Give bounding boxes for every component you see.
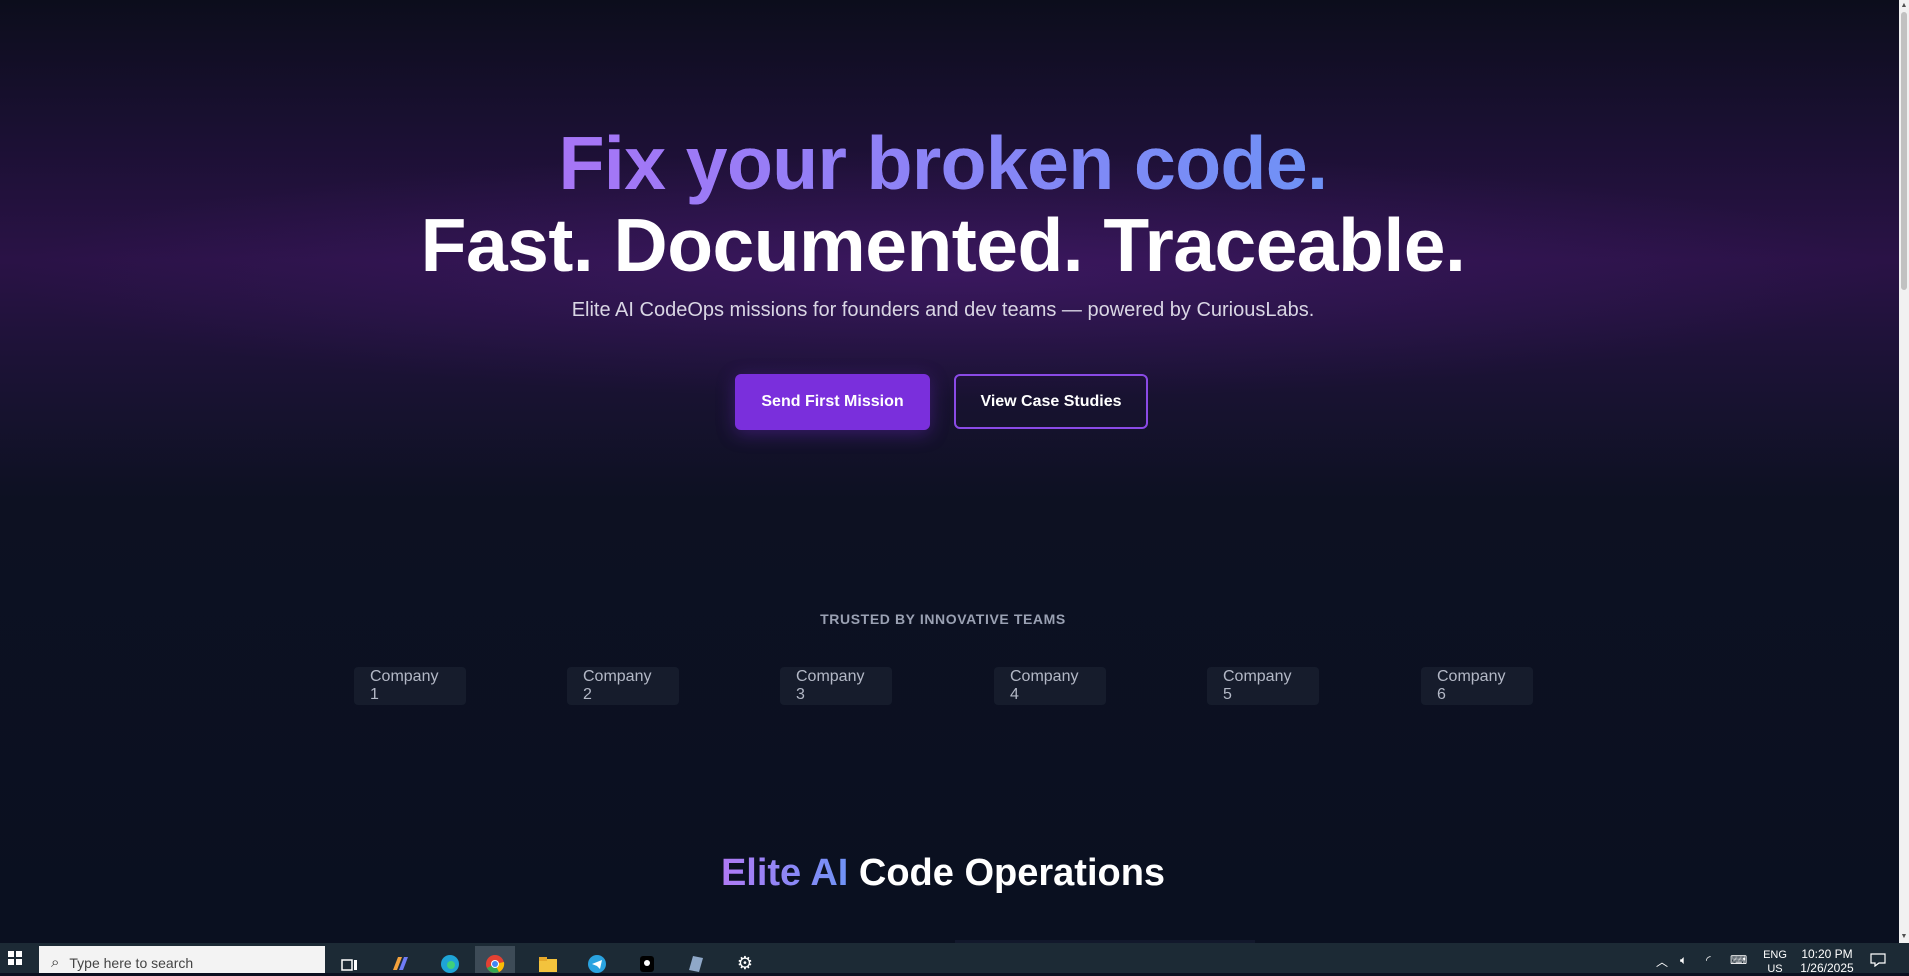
task-view-icon[interactable] [335,946,365,973]
section-title: Elite AI Code Operations [0,852,1886,895]
company-logo: Company 5 [1207,667,1319,705]
notifications-icon[interactable] [1870,943,1886,973]
trusted-by-label: TRUSTED BY INNOVATIVE TEAMS [820,611,1066,627]
page-scrollbar[interactable]: ▲ ▼ [1899,0,1909,943]
edge-icon[interactable] [435,946,465,973]
system-clock[interactable]: 10:20 PM 1/26/2025 [1792,947,1862,975]
hero-headline-gradient: Fix your broken code. [0,118,1886,208]
notes-app-icon[interactable] [681,946,711,973]
search-icon: ⌕ [51,954,60,971]
windows-logo-icon [8,951,22,965]
company-logo: Company 1 [354,667,466,705]
tray-chevron-icon[interactable]: ︿ [1656,943,1668,973]
company-logos: Company 1 Company 2 Company 3 Company 4 … [354,667,1534,705]
chrome-icon[interactable] [475,946,515,973]
volume-icon[interactable]: 🔈︎ [1680,943,1687,973]
language-indicator[interactable]: ENG US [1758,948,1792,976]
browser-viewport: Fix your broken code. Fast. Documented. … [0,0,1899,943]
language-region: US [1767,963,1783,975]
hero-subtitle: Elite AI CodeOps missions for founders a… [571,299,1315,321]
windows-taskbar: ⌕ Type here to search ⚙ ︿ 🔈︎ ◜ ⌨ ENG US … [0,943,1909,976]
copilot-icon[interactable] [385,946,415,973]
company-logo: Company 3 [780,667,892,705]
view-case-studies-button[interactable]: View Case Studies [954,374,1148,429]
scroll-down-arrow-icon[interactable]: ▼ [1900,932,1908,942]
company-logo: Company 4 [994,667,1106,705]
settings-gear-icon[interactable]: ⚙ [730,946,760,973]
language-code: ENG [1763,949,1787,961]
scroll-thumb[interactable] [1901,12,1907,290]
search-placeholder: Type here to search [69,955,194,971]
scroll-up-arrow-icon[interactable]: ▲ [1900,1,1908,11]
section-title-accent: Elite AI [720,852,849,894]
telegram-icon[interactable] [582,946,612,973]
file-explorer-icon[interactable] [533,946,563,973]
taskbar-search-box[interactable]: ⌕ Type here to search [39,946,325,973]
network-icon[interactable]: ◜ [1706,943,1711,973]
app-black-icon[interactable] [632,946,662,973]
clock-time: 10:20 PM [1801,947,1853,961]
start-button[interactable] [0,943,30,973]
company-logo: Company 6 [1421,667,1533,705]
company-logo: Company 2 [567,667,679,705]
hero-headline: Fast. Documented. Traceable. [420,203,1466,287]
section-title-rest: Code Operations [858,852,1166,894]
send-first-mission-button[interactable]: Send First Mission [735,374,930,430]
keyboard-icon[interactable]: ⌨ [1730,943,1747,973]
